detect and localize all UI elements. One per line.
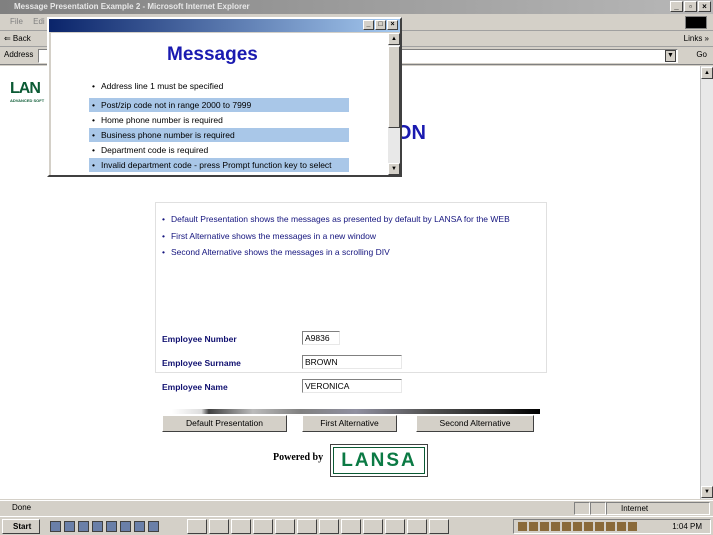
bullet-item: Default Presentation shows the messages … xyxy=(162,211,510,228)
back-button[interactable]: ⇐ Back xyxy=(4,34,31,43)
tray-icon[interactable] xyxy=(606,522,615,531)
tray-icon[interactable] xyxy=(628,522,637,531)
status-bar: Done Internet xyxy=(0,500,713,515)
address-dropdown-button[interactable]: ▼ xyxy=(665,50,676,62)
message-item: Post/zip code not in range 2000 to 7999 xyxy=(89,98,349,112)
employee-number-label: Employee Number xyxy=(162,334,237,344)
go-button[interactable]: Go xyxy=(696,50,707,59)
logo-text: LAN xyxy=(10,80,41,97)
message-item: Department code is required xyxy=(89,143,349,157)
employee-number-field[interactable]: A9836 xyxy=(302,331,340,345)
start-button[interactable]: Start xyxy=(2,519,40,534)
message-item: Home phone number is required xyxy=(89,113,349,127)
messages-heading: Messages xyxy=(167,44,258,65)
popup-minimize-button[interactable]: _ xyxy=(363,20,374,30)
window-title: Message Presentation Example 2 - Microso… xyxy=(14,2,250,11)
menu-edit[interactable]: Edi xyxy=(33,17,45,26)
lansa-logo-small: LAN ADVANCED SOFT xyxy=(10,80,50,110)
task-button[interactable] xyxy=(319,519,339,534)
first-alternative-button[interactable]: First Alternative xyxy=(302,415,397,432)
employee-name-label: Employee Name xyxy=(162,382,228,392)
maximize-button[interactable]: ▫ xyxy=(684,1,697,12)
employee-surname-field[interactable]: BROWN xyxy=(302,355,402,369)
window-title-bar: Message Presentation Example 2 - Microso… xyxy=(0,0,713,14)
quick-launch-icon[interactable] xyxy=(64,521,75,532)
task-buttons xyxy=(187,519,449,534)
task-button[interactable] xyxy=(407,519,427,534)
messages-window-title-bar[interactable]: _ □ × xyxy=(49,19,400,32)
logo-subtext: ADVANCED SOFT xyxy=(10,98,45,103)
system-tray: 1:04 PM xyxy=(513,519,711,534)
links-button[interactable]: Links » xyxy=(684,31,709,46)
quick-launch xyxy=(50,521,159,532)
tray-icon[interactable] xyxy=(529,522,538,531)
close-button[interactable]: × xyxy=(698,1,711,12)
bullet-item: Second Alternative shows the messages in… xyxy=(162,244,510,261)
popup-maximize-button[interactable]: □ xyxy=(375,20,386,30)
tray-icon[interactable] xyxy=(584,522,593,531)
menu-file[interactable]: File xyxy=(10,17,23,26)
lansa-logo-text: LANSA xyxy=(333,447,425,474)
message-item: Address line 1 must be specified xyxy=(89,82,349,93)
quick-launch-icon[interactable] xyxy=(92,521,103,532)
scroll-up-arrow-icon[interactable]: ▲ xyxy=(701,67,713,79)
messages-window: _ □ × Messages Address line 1 must be sp… xyxy=(47,17,402,177)
messages-body: Messages Address line 1 must be specifie… xyxy=(51,33,389,175)
task-button[interactable] xyxy=(253,519,273,534)
scroll-down-arrow-icon[interactable]: ▼ xyxy=(701,486,713,498)
tray-icon[interactable] xyxy=(562,522,571,531)
task-button[interactable] xyxy=(385,519,405,534)
quick-launch-icon[interactable] xyxy=(106,521,117,532)
bullet-item: First Alternative shows the messages in … xyxy=(162,228,510,245)
tray-icon[interactable] xyxy=(573,522,582,531)
task-button[interactable] xyxy=(297,519,317,534)
zone-text: Internet xyxy=(621,504,649,513)
message-item: Business phone number is required xyxy=(89,128,349,142)
task-button[interactable] xyxy=(209,519,229,534)
divider-rule xyxy=(172,409,540,414)
windows-logo-icon xyxy=(685,16,707,29)
tray-icon[interactable] xyxy=(518,522,527,531)
task-button[interactable] xyxy=(187,519,207,534)
popup-close-button[interactable]: × xyxy=(387,20,398,30)
status-text: Done xyxy=(12,503,32,512)
quick-launch-icon[interactable] xyxy=(50,521,61,532)
task-button[interactable] xyxy=(341,519,361,534)
second-alternative-button[interactable]: Second Alternative xyxy=(416,415,534,432)
address-label: Address xyxy=(4,50,34,59)
taskbar: Start 1:04 PM xyxy=(0,516,713,535)
employee-name-field[interactable]: VERONICA xyxy=(302,379,402,393)
info-bullets: Default Presentation shows the messages … xyxy=(162,211,510,261)
powered-by-label: Powered by xyxy=(273,452,324,463)
lansa-logo[interactable]: LANSA xyxy=(330,444,428,477)
employee-surname-label: Employee Surname xyxy=(162,358,241,368)
task-button[interactable] xyxy=(275,519,295,534)
tray-icon[interactable] xyxy=(617,522,626,531)
task-button[interactable] xyxy=(429,519,449,534)
zone-indicator: Internet xyxy=(606,502,710,515)
messages-scrollbar[interactable]: ▲ ▼ xyxy=(388,33,400,175)
status-segment xyxy=(574,502,590,515)
minimize-button[interactable]: _ xyxy=(670,1,683,12)
tray-icon[interactable] xyxy=(551,522,560,531)
scroll-up-arrow-icon[interactable]: ▲ xyxy=(388,33,400,45)
clock[interactable]: 1:04 PM xyxy=(672,520,702,533)
status-segment xyxy=(590,502,606,515)
tray-icon[interactable] xyxy=(595,522,604,531)
quick-launch-icon[interactable] xyxy=(134,521,145,532)
task-button[interactable] xyxy=(231,519,251,534)
quick-launch-icon[interactable] xyxy=(78,521,89,532)
tray-icon[interactable] xyxy=(540,522,549,531)
default-presentation-button[interactable]: Default Presentation xyxy=(162,415,287,432)
scroll-down-arrow-icon[interactable]: ▼ xyxy=(388,163,400,175)
page-scrollbar[interactable]: ▲ ▼ xyxy=(700,66,713,499)
employee-panel: Default Presentation shows the messages … xyxy=(155,202,547,432)
quick-launch-icon[interactable] xyxy=(120,521,131,532)
quick-launch-icon[interactable] xyxy=(148,521,159,532)
scroll-thumb[interactable] xyxy=(388,46,400,128)
task-button[interactable] xyxy=(363,519,383,534)
message-item: Invalid department code - press Prompt f… xyxy=(89,158,349,172)
